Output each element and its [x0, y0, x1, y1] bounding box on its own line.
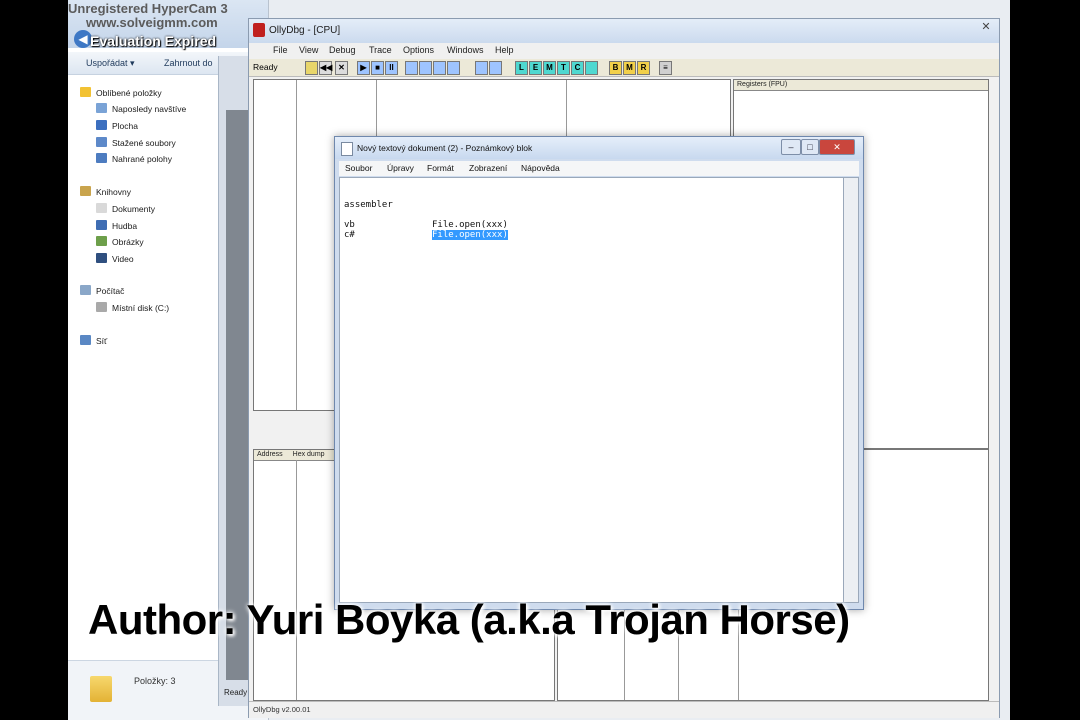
- libraries-icon: [80, 186, 91, 196]
- watermark-line1: Unregistered HyperCam 3: [68, 1, 228, 16]
- star-icon: [80, 87, 91, 97]
- organize-button[interactable]: Uspořádat ▾: [86, 58, 135, 69]
- ollydbg-title: OllyDbg - [CPU]: [269, 25, 341, 36]
- stop-button[interactable]: ■: [371, 61, 384, 75]
- nav-desktop[interactable]: Plocha: [96, 120, 138, 131]
- list-icon[interactable]: ≡: [659, 61, 672, 75]
- window-button-extra[interactable]: [585, 61, 598, 75]
- nav-downloads[interactable]: Stažené soubory: [96, 137, 176, 148]
- nav-network[interactable]: Síť: [80, 335, 107, 346]
- ready-label: Ready: [253, 62, 278, 72]
- watermark-line2: www.solveigmm.com: [86, 15, 218, 30]
- step-over-icon[interactable]: [419, 61, 432, 75]
- documents-icon: [96, 203, 107, 213]
- text-line: File.open(xxx): [432, 220, 508, 230]
- modules-window-button[interactable]: E: [529, 61, 542, 75]
- ollydbg-logo-icon: [253, 23, 265, 37]
- maximize-icon[interactable]: □: [801, 139, 819, 155]
- notepad-text-area[interactable]: assembler vb File.open(xxx) c# File.open…: [339, 177, 845, 603]
- run-button[interactable]: ▶: [357, 61, 370, 75]
- open-folder-icon[interactable]: [305, 61, 318, 75]
- folder-icon: [90, 676, 112, 702]
- log-window-button[interactable]: L: [515, 61, 528, 75]
- close-icon[interactable]: ✕: [819, 139, 855, 155]
- nav-local-disk[interactable]: Místní disk (C:): [96, 302, 169, 313]
- notepad-icon: [341, 142, 353, 156]
- ollydbg-titlebar: OllyDbg - [CPU] ✕: [249, 19, 999, 43]
- threads-window-button[interactable]: T: [557, 61, 570, 75]
- minimize-icon[interactable]: –: [781, 139, 801, 155]
- menu-upravy[interactable]: Úpravy: [387, 163, 414, 173]
- notepad-titlebar[interactable]: Nový textový dokument (2) - Poznámkový b…: [335, 137, 863, 159]
- watermark-line3: Evaluation Expired: [90, 33, 217, 49]
- menu-napoveda[interactable]: Nápověda: [521, 163, 560, 173]
- trace-over-icon[interactable]: [447, 61, 460, 75]
- nav-uploaded-places[interactable]: Nahrané polohy: [96, 153, 172, 164]
- notepad-window: Nový textový dokument (2) - Poznámkový b…: [334, 136, 864, 610]
- menu-help[interactable]: Help: [495, 45, 514, 55]
- address-column-header: Address: [257, 451, 283, 458]
- trace-into-icon[interactable]: [433, 61, 446, 75]
- text-line: c#: [344, 230, 355, 240]
- close-icon[interactable]: ✕: [977, 20, 995, 34]
- menu-trace[interactable]: Trace: [369, 45, 392, 55]
- pictures-icon: [96, 236, 107, 246]
- column-divider: [296, 80, 297, 410]
- nav-music[interactable]: Hudba: [96, 220, 137, 231]
- go-to-icon[interactable]: [489, 61, 502, 75]
- item-count: Položky: 3: [134, 676, 176, 686]
- references-button[interactable]: R: [637, 61, 650, 75]
- nav-video[interactable]: Video: [96, 253, 134, 264]
- pause-button[interactable]: II: [385, 61, 398, 75]
- background-ready-label: Ready: [224, 688, 248, 697]
- recent-places-icon: [96, 103, 107, 113]
- column-divider: [296, 460, 297, 700]
- nav-pictures[interactable]: Obrázky: [96, 236, 144, 247]
- selected-text: File.open(xxx): [432, 230, 508, 240]
- include-in-library-button[interactable]: Zahrnout do: [164, 58, 213, 68]
- nav-favorites-header[interactable]: Oblíbené položky: [80, 87, 162, 98]
- drive-icon: [96, 302, 107, 312]
- menu-options[interactable]: Options: [403, 45, 434, 55]
- computer-icon: [80, 285, 91, 295]
- ollydbg-toolbar: Ready ◀◀ ✕ ▶ ■ II L E M T C B M R ≡: [249, 59, 999, 77]
- downloads-icon: [96, 137, 107, 147]
- cpu-window-button[interactable]: C: [571, 61, 584, 75]
- text-line: vb: [344, 220, 355, 230]
- nav-documents[interactable]: Dokumenty: [96, 203, 155, 214]
- author-caption: Author: Yuri Boyka (a.k.a Trojan Horse): [88, 596, 850, 643]
- registers-header: Registers (FPU): [734, 80, 988, 91]
- menu-debug[interactable]: Debug: [329, 45, 356, 55]
- menu-windows[interactable]: Windows: [447, 45, 484, 55]
- places-icon: [96, 153, 107, 163]
- notepad-menubar: Soubor Úpravy Formát Zobrazení Nápověda: [339, 161, 859, 176]
- ollydbg-statusbar: OllyDbg v2.00.01: [249, 701, 999, 718]
- breakpoints-button[interactable]: B: [609, 61, 622, 75]
- menu-zobrazeni[interactable]: Zobrazení: [469, 163, 507, 173]
- ollydbg-menubar: File View Debug Trace Options Windows He…: [249, 43, 999, 59]
- text-line: assembler: [344, 200, 393, 210]
- memory-breakpoints-button[interactable]: M: [623, 61, 636, 75]
- close-process-button[interactable]: ✕: [335, 61, 348, 75]
- menu-format[interactable]: Formát: [427, 163, 454, 173]
- nav-computer-header[interactable]: Počítač: [80, 285, 124, 296]
- network-icon: [80, 335, 91, 345]
- nav-libraries-header[interactable]: Knihovny: [80, 186, 131, 197]
- notepad-title: Nový textový dokument (2) - Poznámkový b…: [357, 143, 533, 153]
- nav-recent-places[interactable]: Naposledy navštíve: [96, 103, 186, 114]
- music-icon: [96, 220, 107, 230]
- menu-file[interactable]: File: [273, 45, 288, 55]
- vertical-scrollbar[interactable]: [843, 177, 859, 603]
- menu-view[interactable]: View: [299, 45, 318, 55]
- restart-button[interactable]: ◀◀: [319, 61, 332, 75]
- video-icon: [96, 253, 107, 263]
- status-text: OllyDbg v2.00.01: [253, 705, 311, 714]
- desktop-icon: [96, 120, 107, 130]
- background-window-panel: [226, 110, 250, 680]
- execute-till-return-icon[interactable]: [475, 61, 488, 75]
- step-into-icon[interactable]: [405, 61, 418, 75]
- hex-column-header: Hex dump: [292, 451, 325, 458]
- memory-window-button[interactable]: M: [543, 61, 556, 75]
- menu-soubor[interactable]: Soubor: [345, 163, 372, 173]
